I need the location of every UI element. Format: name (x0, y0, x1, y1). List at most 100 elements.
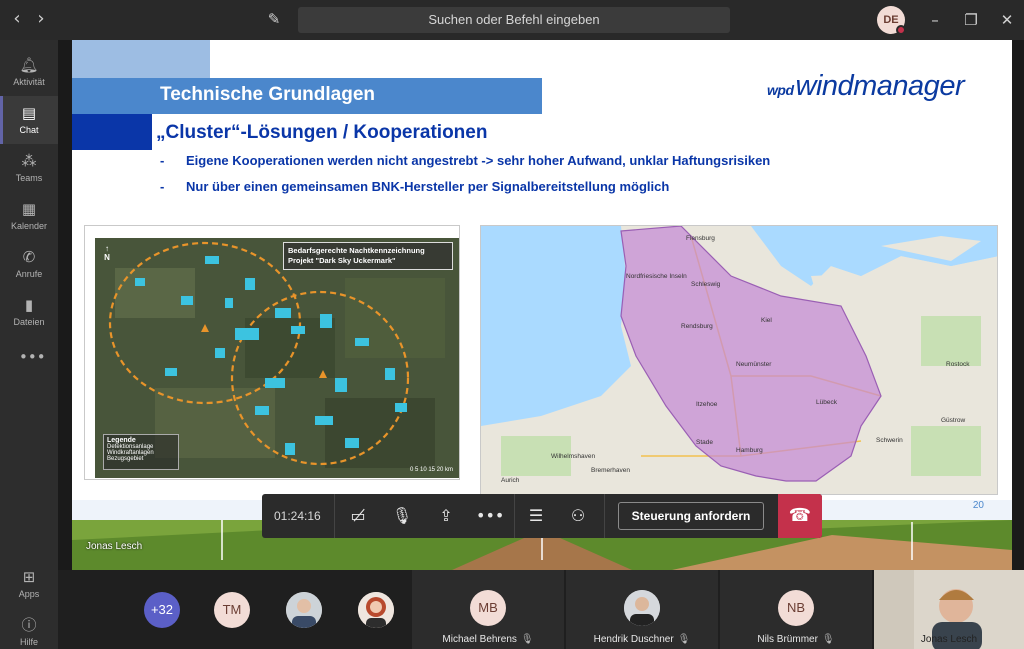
participant-avatar: MB (470, 590, 506, 626)
map-caption: Bedarfsgerechte Nachtkennzeichnung Proje… (283, 242, 453, 270)
map-label: Güstrow (941, 417, 966, 424)
bullet-item: - Eigene Kooperationen werden nicht anges… (160, 153, 771, 168)
sidebar-item-activity[interactable]: 🔔︎ Aktivität (0, 48, 58, 96)
bullet-text: Eigene Kooperationen werden nicht angest… (186, 153, 771, 168)
share-screen-icon[interactable]: ⇪ (432, 502, 460, 530)
participant-tile[interactable]: NB Nils Brümmer 🎙︎ (720, 570, 872, 649)
close-icon[interactable]: ✕ (996, 9, 1018, 31)
map-label: Hamburg (736, 447, 763, 454)
participant-name-text: Michael Behrens (442, 634, 517, 645)
overflow-participants-button[interactable]: +32 (144, 592, 180, 628)
participant-tile[interactable]: MB Michael Behrens 🎙︎ (412, 570, 564, 649)
participant-name: Michael Behrens 🎙︎ (412, 634, 564, 645)
mic-off-icon: 🎙︎ (677, 634, 691, 645)
map-label: Nordfriesische Inseln (626, 273, 687, 280)
chevron-right-icon[interactable]: › (30, 8, 52, 30)
app-rail: 🔔︎ Aktivität ▤ Chat ⁂ Teams ▦ Kalender ✆… (0, 40, 58, 649)
toolbar-divider (604, 494, 605, 538)
more-icon[interactable]: ••• (476, 502, 504, 530)
phone-icon: ✆ (22, 248, 36, 266)
sidebar-item-calls[interactable]: ✆ Anrufe (0, 240, 58, 288)
sidebar-item-label: Chat (19, 125, 39, 135)
participant-avatar-photo[interactable] (286, 592, 322, 628)
sidebar-item-teams[interactable]: ⁂ Teams (0, 144, 58, 192)
slide-subtitle: „Cluster“-Lösungen / Kooperationen (156, 122, 488, 143)
minimize-icon[interactable]: – (924, 9, 946, 31)
sidebar-item-chat[interactable]: ▤ Chat (0, 96, 58, 144)
chat-icon: ▤ (21, 104, 37, 122)
map-label: Flensburg (686, 235, 715, 242)
sidebar-item-label: Dateien (13, 317, 45, 327)
map-label: Stade (696, 439, 713, 446)
person-photo (358, 592, 394, 628)
sidebar-item-label: Hilfe (19, 637, 38, 647)
participant-tile[interactable]: Hendrik Duschner 🎙︎ (566, 570, 718, 649)
user-avatar[interactable]: DE (877, 6, 906, 35)
slide-deco-bar (72, 40, 210, 78)
request-control-button[interactable]: Steuerung anfordern (618, 502, 764, 530)
sidebar-item-label: Anrufe (15, 269, 43, 279)
sidebar-item-apps[interactable]: ⊞ Apps (0, 560, 58, 608)
legend-title: Legende (107, 437, 136, 444)
restore-icon[interactable]: ❐ (960, 9, 982, 31)
company-logo: wpdwindmanager (767, 70, 965, 103)
map-label: Wilhelmshaven (551, 453, 595, 460)
apps-icon: ⊞ (22, 568, 36, 586)
participant-avatar[interactable]: TM (214, 592, 250, 628)
participants-strip: +32 TM MB Michael Behrens 🎙︎ Hendrik Dusc… (58, 570, 1024, 649)
presence-dot (896, 25, 906, 35)
slide-page-number: 20 (972, 500, 984, 511)
participant-avatar: NB (778, 590, 814, 626)
meeting-controls: 01:24:16 ▭̸ 🎙︎ ⇪ ••• ☰ ⚇ Steuerung anfor… (262, 494, 822, 538)
participant-video-tile[interactable]: Jonas Lesch (874, 570, 1024, 649)
participant-avatar-photo[interactable] (358, 592, 394, 628)
participant-name-text: Nils Brümmer (757, 634, 818, 645)
meeting-chat-icon[interactable]: ☰ (522, 502, 550, 530)
shared-slide: Technische Grundlagen wpdwindmanager „Cl… (72, 40, 1012, 570)
sidebar-item-calendar[interactable]: ▦ Kalender (0, 192, 58, 240)
meeting-timer: 01:24:16 (274, 509, 321, 523)
person-photo (286, 592, 322, 628)
satellite-map-panel: ↑ N Bedarfsgerechte Nachtkennzeichnung Pr… (84, 225, 460, 480)
teams-icon: ⁂ (21, 152, 37, 170)
compose-icon[interactable]: ✎ (264, 9, 284, 29)
participant-name: Hendrik Duschner 🎙︎ (566, 634, 718, 645)
legend-item: Bezugsgebiet (107, 456, 144, 462)
hang-up-button[interactable]: ☎ (778, 494, 822, 538)
more-icon: ••• (19, 348, 46, 366)
sidebar-item-label: Teams (15, 173, 43, 183)
map-label: Neumünster (736, 361, 772, 368)
search-input[interactable]: Suchen oder Befehl eingeben (298, 7, 730, 33)
calendar-icon: ▦ (21, 200, 37, 218)
sidebar-item-label: Kalender (10, 221, 48, 231)
sidebar-item-label: Aktivität (13, 77, 45, 87)
map-label: Rendsburg (681, 323, 713, 330)
map-legend: Legende Detektionsanlage Windkraftanlage… (103, 434, 179, 470)
title-bar: ‹ › ✎ Suchen oder Befehl eingeben DE – ❐… (0, 0, 1024, 40)
map-label: Schleswig (691, 281, 721, 288)
more-apps-button[interactable]: ••• (0, 340, 58, 366)
camera-off-icon[interactable]: ▭̸ (344, 502, 372, 530)
sidebar-item-files[interactable]: ▮ Dateien (0, 288, 58, 336)
bullet-item: - Nur über einen gemeinsamen BNK-Herstell… (160, 179, 670, 194)
toolbar-divider (334, 494, 335, 538)
map-label: Bremerhaven (591, 467, 630, 474)
mic-off-icon[interactable]: 🎙︎ (388, 502, 416, 530)
bell-icon: 🔔︎ (19, 56, 39, 74)
map-scale: 0 5 10 15 20 km (409, 467, 453, 473)
chevron-left-icon[interactable]: ‹ (6, 8, 28, 30)
participants-icon[interactable]: ⚇ (564, 502, 592, 530)
participant-name: Jonas Lesch (920, 634, 978, 645)
teams-meeting-window: ‹ › ✎ Suchen oder Befehl eingeben DE – ❐… (0, 0, 1024, 649)
map-label: Lübeck (816, 399, 838, 406)
mic-off-icon: 🎙︎ (520, 634, 534, 645)
map-label: Aurich (501, 477, 520, 484)
map-label: Rostock (946, 361, 970, 368)
sidebar-item-help[interactable]: ⓘ Hilfe (0, 608, 58, 648)
person-photo (624, 590, 660, 626)
satellite-map: ↑ N Bedarfsgerechte Nachtkennzeichnung Pr… (95, 238, 459, 478)
slide-title: Technische Grundlagen (160, 84, 376, 105)
file-icon: ▮ (24, 296, 34, 314)
map-label: Kiel (761, 317, 772, 324)
map-label: Schwerin (876, 437, 903, 444)
